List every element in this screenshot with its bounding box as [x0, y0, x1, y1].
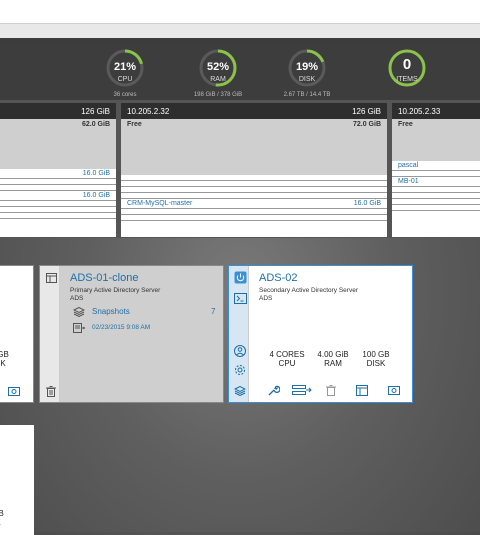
stats-bar: 21% CPU 36 cores 52% RAM 198 GiB / 378 G… [0, 43, 480, 100]
vm-card-ads-01-clone[interactable]: ADS-01-clone Primary Active Directory Se… [39, 265, 224, 403]
items-label: ITEMS [396, 76, 418, 83]
calendar-icon [72, 322, 86, 334]
host-free: Free [392, 119, 480, 129]
ram-label: RAM [210, 76, 226, 83]
disk-gauge: 19% DISK 2.67 TB / 14.4 TB [267, 48, 347, 98]
disk-usage: 2.67 TB / 14.4 TB [283, 92, 331, 98]
vm-row[interactable]: CRM-MySQL-master 16.0 GiB [121, 199, 387, 209]
vm-card-ads-02[interactable]: ADS-02 Secondary Active Directory Server… [228, 265, 413, 403]
host-free-value: 62.0 GiB [81, 121, 110, 128]
console-icon[interactable] [386, 383, 402, 397]
host-free: 62.0 GiB [0, 119, 116, 129]
card-sidebar [229, 266, 249, 402]
ram-stat: 4.00 GiB RAM [317, 350, 349, 368]
cpu-gauge: 21% CPU 36 cores [85, 48, 165, 98]
items-count: 0 [402, 56, 412, 73]
window-top [0, 0, 480, 43]
cpu-label: CPU [117, 76, 133, 83]
disk-percent: 19% [295, 61, 319, 73]
free-area [121, 129, 387, 175]
host-header: 10.205.2.32 126 GiB [121, 103, 387, 119]
host-free: Free 72.0 GiB [121, 119, 387, 129]
host-size: 126 GiB [352, 107, 381, 116]
vm-name[interactable]: ADS-02 [259, 272, 298, 284]
disk-stat: 100 GB DISK [362, 350, 390, 368]
migrate-icon[interactable] [291, 383, 313, 397]
vm-row[interactable]: 16.0 GiB [0, 169, 116, 179]
terminal-icon[interactable] [233, 291, 247, 305]
snapshots-link[interactable]: Snapshots [92, 307, 130, 316]
host-panel-left[interactable]: 126 GiB 62.0 GiB 16.0 GiB 16.0 GiB [0, 103, 116, 237]
items-gauge[interactable]: 0 ITEMS [367, 48, 447, 88]
user-icon[interactable] [233, 344, 247, 358]
trash-icon[interactable] [324, 383, 338, 397]
ram-gauge: 52% RAM 198 GiB / 378 GiB [178, 48, 258, 98]
layers-icon[interactable] [233, 384, 247, 398]
ram-usage: 198 GiB / 378 GiB [193, 92, 243, 98]
wrench-icon[interactable] [265, 383, 281, 397]
gear-icon[interactable] [233, 363, 247, 377]
console-icon[interactable] [7, 384, 21, 398]
vm-card-bottom-left[interactable]: GBK [0, 425, 34, 535]
ram-percent: 52% [206, 61, 230, 73]
host-panels: 126 GiB 62.0 GiB 16.0 GiB 16.0 GiB 10.20… [0, 100, 480, 238]
vm-row[interactable]: pascal [392, 161, 480, 171]
vm-row[interactable]: 16.0 GiB [0, 191, 116, 201]
host-ip: 10.205.2.32 [127, 107, 170, 116]
vm-description: Secondary Active Directory Server ADS [259, 287, 358, 302]
host-header: 126 GiB [0, 103, 116, 119]
snapshots-icon [72, 306, 86, 318]
card-sidebar [40, 266, 60, 402]
host-size: 126 GiB [81, 107, 110, 116]
card-disk-value: GBK [0, 350, 9, 368]
vm-name[interactable]: ADS-01-clone [70, 272, 138, 284]
host-ip: 10.205.2.33 [398, 107, 441, 116]
vm-description: Primary Active Directory Server ADS [70, 287, 161, 302]
host-panel-10-205-2-32[interactable]: 10.205.2.32 126 GiB Free 72.0 GiB CRM-MySQ… [121, 103, 387, 237]
power-icon[interactable] [233, 270, 247, 284]
card-disk-value: GBK [0, 509, 4, 527]
snapshots-count: 7 [211, 307, 216, 316]
address-bar[interactable] [0, 0, 480, 24]
disk-label: DISK [298, 76, 316, 83]
free-area [0, 129, 116, 169]
vm-row[interactable]: MB-01 [392, 177, 480, 187]
template-icon[interactable] [354, 383, 370, 397]
trash-icon[interactable] [44, 384, 58, 398]
vm-card-left[interactable]: GB K [0, 265, 34, 403]
free-area [392, 129, 480, 161]
snapshot-date: 02/23/2015 9:08 AM [92, 324, 151, 331]
template-icon [44, 271, 58, 285]
cpu-stat: 4 CORES CPU [269, 350, 305, 368]
cpu-cores: 36 cores [113, 92, 137, 98]
host-header: 10.205.2.33 [392, 103, 480, 119]
cpu-percent: 21% [113, 61, 137, 73]
host-panel-10-205-2-33[interactable]: 10.205.2.33 Free pascal MB-01 [392, 103, 480, 237]
